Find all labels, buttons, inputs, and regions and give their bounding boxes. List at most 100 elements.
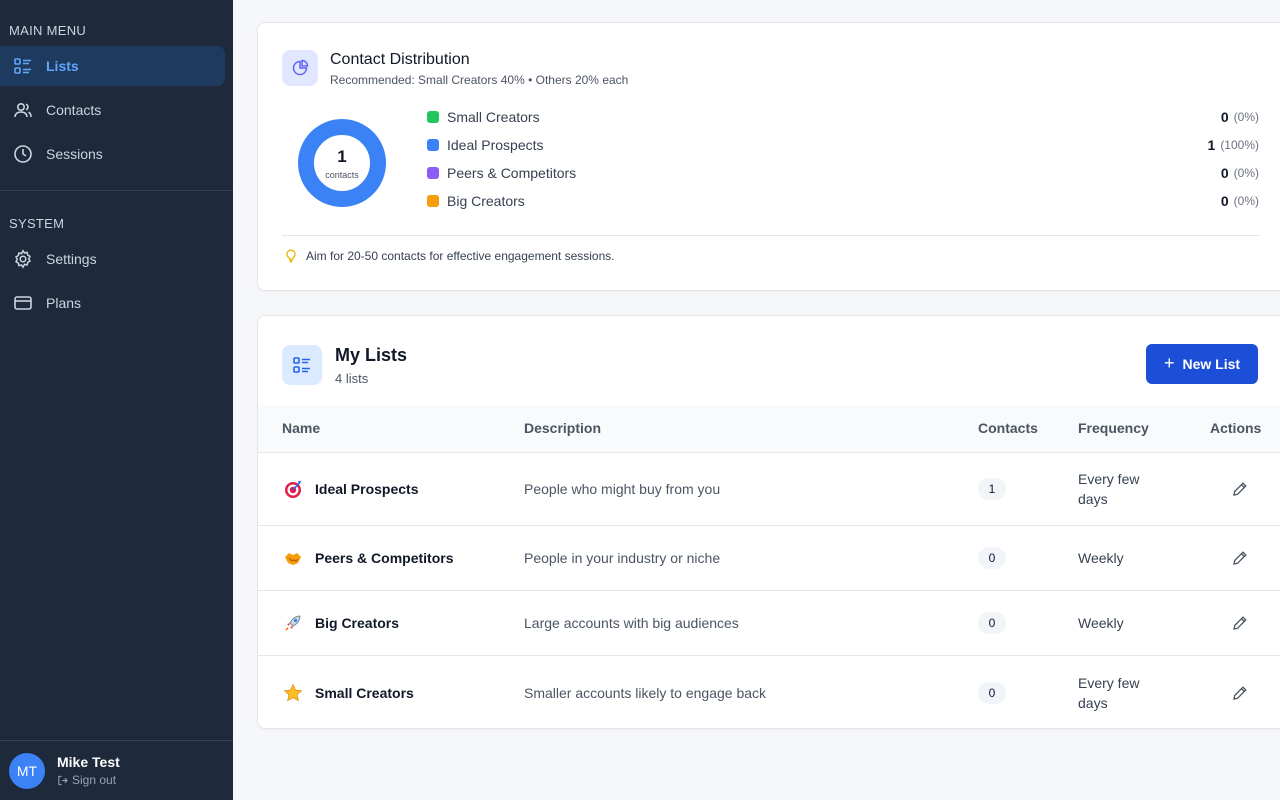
column-header-description[interactable]: Description (524, 420, 601, 436)
column-header-actions: Actions (1210, 420, 1262, 436)
clock-icon (12, 143, 34, 165)
cell-name: Small Creators (282, 656, 414, 728)
edit-button[interactable] (1232, 656, 1248, 728)
legend-dot-small-creators (427, 111, 439, 123)
sidebar-item-label: Contacts (46, 102, 102, 118)
legend-percent: (0%) (1233, 110, 1259, 124)
lightbulb-icon (284, 249, 306, 263)
legend-count: 0 (1220, 165, 1229, 181)
contacts-badge: 1 (978, 478, 1006, 500)
cell-contacts: 0 (978, 526, 1006, 590)
list-description: People in your industry or niche (524, 550, 721, 566)
system-label: SYSTEM (9, 216, 65, 231)
legend-dot-peers-competitors (427, 167, 439, 179)
gear-icon (12, 248, 34, 270)
main-menu-label: MAIN MENU (9, 23, 87, 38)
legend-percent: (0%) (1233, 194, 1259, 208)
avatar[interactable]: MT (9, 752, 45, 789)
table-row[interactable]: Peers & Competitors People in your indus… (258, 526, 1280, 591)
legend-name: Ideal Prospects (447, 137, 544, 153)
legend-percent: (100%) (1220, 138, 1259, 152)
legend-row: Small Creators 0 (0%) (427, 107, 1259, 127)
table-row[interactable]: Ideal Prospects People who might buy fro… (258, 453, 1280, 526)
sidebar-item-label: Settings (46, 251, 97, 267)
sidebar-item-lists[interactable]: Lists (0, 46, 225, 86)
my-lists-card: My Lists 4 lists + New List Name Descrip… (257, 315, 1280, 729)
new-list-button[interactable]: + New List (1146, 344, 1258, 384)
distribution-title: Contact Distribution (330, 51, 470, 68)
tip-text: Aim for 20-50 contacts for effective eng… (306, 249, 615, 263)
donut-center: 1 contacts (298, 119, 386, 207)
sign-out-icon (57, 775, 72, 786)
list-frequency: Weekly (1078, 615, 1124, 631)
legend-name: Peers & Competitors (447, 165, 577, 181)
contacts-badge: 0 (978, 682, 1006, 704)
rocket-icon (282, 612, 304, 634)
edit-button[interactable] (1232, 453, 1248, 525)
list-name: Small Creators (315, 685, 414, 701)
donut-total-label: contacts (325, 169, 359, 180)
tip-divider (282, 235, 1260, 236)
legend-count: 0 (1220, 109, 1229, 125)
sign-out-link[interactable]: Sign out (57, 773, 120, 787)
list-frequency: Every few days (1078, 471, 1140, 507)
cell-name: Big Creators (282, 591, 399, 655)
legend-name: Small Creators (447, 109, 540, 125)
list-name: Peers & Competitors (315, 550, 454, 566)
new-list-label: New List (1182, 356, 1241, 372)
users-icon (12, 99, 34, 121)
legend-count: 0 (1220, 193, 1229, 209)
target-icon (282, 478, 304, 500)
list-icon (12, 55, 34, 77)
sidebar-item-plans[interactable]: Plans (0, 283, 225, 323)
table-row[interactable]: Small Creators Smaller accounts likely t… (258, 656, 1280, 728)
pie-chart-icon (282, 50, 318, 86)
sidebar-item-sessions[interactable]: Sessions (0, 134, 225, 174)
cell-contacts: 0 (978, 656, 1006, 728)
contacts-badge: 0 (978, 612, 1006, 634)
legend-dot-big-creators (427, 195, 439, 207)
contacts-badge: 0 (978, 547, 1006, 569)
legend-row: Big Creators 0 (0%) (427, 191, 1259, 211)
sign-out-label: Sign out (72, 773, 117, 787)
sidebar-item-label: Sessions (46, 146, 103, 162)
plus-icon: + (1163, 352, 1175, 373)
sidebar: MAIN MENU Lists Contacts Sessions SYSTEM… (0, 0, 233, 800)
list-name: Ideal Prospects (315, 481, 419, 497)
tip: Aim for 20-50 contacts for effective eng… (284, 249, 615, 263)
star-icon (282, 682, 304, 704)
column-header-contacts[interactable]: Contacts (978, 420, 1038, 436)
contact-distribution-card: Contact Distribution Recommended: Small … (257, 22, 1280, 291)
edit-button[interactable] (1232, 526, 1248, 590)
table-header: Name Description Contacts Frequency Acti… (258, 405, 1280, 453)
sidebar-item-contacts[interactable]: Contacts (0, 90, 225, 130)
distribution-subtitle: Recommended: Small Creators 40% • Others… (330, 73, 629, 87)
credit-card-icon (12, 292, 34, 314)
legend-name: Big Creators (447, 193, 525, 209)
table-row[interactable]: Big Creators Large accounts with big aud… (258, 591, 1280, 656)
cell-contacts: 1 (978, 453, 1006, 525)
list-name: Big Creators (315, 615, 400, 631)
sidebar-item-label: Lists (46, 58, 79, 74)
list-description: People who might buy from you (524, 481, 721, 497)
column-header-name[interactable]: Name (282, 420, 320, 436)
edit-button[interactable] (1232, 591, 1248, 655)
list-description: Smaller accounts likely to engage back (524, 685, 767, 701)
legend-count: 1 (1207, 137, 1216, 153)
legend-dot-ideal-prospects (427, 139, 439, 151)
list-description: Large accounts with big audiences (524, 615, 739, 631)
user-name: Mike Test (57, 754, 120, 770)
column-header-frequency[interactable]: Frequency (1078, 420, 1149, 436)
pencil-icon (1232, 550, 1248, 566)
legend-row: Ideal Prospects 1 (100%) (427, 135, 1259, 155)
list-icon (282, 345, 322, 385)
cell-name: Ideal Prospects (282, 453, 419, 525)
cell-name: Peers & Competitors (282, 526, 453, 590)
sidebar-item-settings[interactable]: Settings (0, 239, 225, 279)
handshake-icon (282, 547, 304, 569)
list-frequency: Every few days (1078, 675, 1140, 711)
legend-percent: (0%) (1233, 166, 1259, 180)
sidebar-item-label: Plans (46, 295, 82, 311)
list-frequency: Weekly (1078, 550, 1124, 566)
pencil-icon (1232, 481, 1248, 497)
